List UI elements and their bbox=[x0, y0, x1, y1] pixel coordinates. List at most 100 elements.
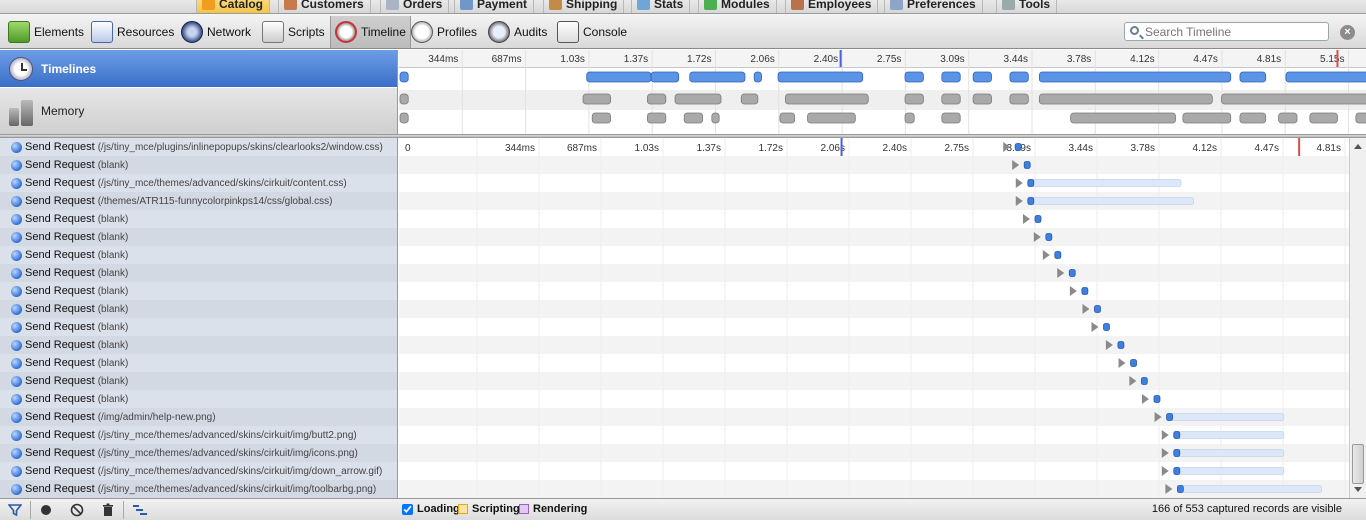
overview-tick-label: 2.06s bbox=[750, 54, 774, 65]
record-row[interactable]: Send Request (/js/tiny_mce/themes/advance… bbox=[0, 480, 397, 498]
record-row[interactable]: Send Request (blank) bbox=[0, 372, 397, 390]
expand-arrow-icon bbox=[1141, 394, 1149, 404]
record-row[interactable]: Send Request (blank) bbox=[0, 318, 397, 336]
panel-resources-button[interactable]: Resources bbox=[87, 17, 178, 47]
record-row[interactable]: Send Request (blank) bbox=[0, 246, 397, 264]
loading-checkbox[interactable] bbox=[402, 503, 413, 515]
record-duration-bar bbox=[1027, 179, 1182, 187]
scripting-checkbox[interactable] bbox=[458, 504, 468, 514]
expand-arrow-icon bbox=[1015, 178, 1023, 188]
records-tick-label: 3.44s bbox=[1069, 143, 1093, 154]
overview-timelines-item[interactable]: Timelines bbox=[0, 50, 397, 87]
record-row[interactable]: Send Request (blank) bbox=[0, 354, 397, 372]
record-title: Send Request bbox=[25, 393, 95, 405]
overview-tick-label: 344ms bbox=[428, 54, 458, 65]
record-row[interactable]: Send Request (blank) bbox=[0, 156, 397, 174]
panel-elements-button[interactable]: Elements bbox=[4, 17, 88, 47]
panel-audits-button[interactable]: Audits bbox=[484, 17, 551, 47]
panel-console-button[interactable]: Console bbox=[553, 17, 631, 47]
record-row-stripe bbox=[399, 156, 1349, 174]
app-tab-catalog[interactable]: Catalog bbox=[196, 0, 271, 13]
rendering-checkbox[interactable] bbox=[519, 504, 529, 514]
record-row[interactable]: Send Request (blank) bbox=[0, 300, 397, 318]
app-tab-modules[interactable]: Modules bbox=[698, 0, 777, 13]
scroll-up-arrow-icon[interactable] bbox=[1354, 144, 1362, 149]
tools-icon bbox=[1002, 0, 1015, 10]
record-row-stripe bbox=[399, 372, 1349, 390]
scripting-bar bbox=[972, 93, 992, 105]
record-loading-mark bbox=[1176, 485, 1184, 493]
search-input[interactable] bbox=[1145, 24, 1325, 39]
close-icon[interactable]: × bbox=[1340, 25, 1355, 40]
app-tab-stats[interactable]: Stats bbox=[631, 0, 691, 13]
record-row[interactable]: Send Request (/themes/ATR115-funnycolorpi… bbox=[0, 192, 397, 210]
record-loading-mark bbox=[1027, 197, 1035, 205]
record-row[interactable]: Send Request (/js/tiny_mce/themes/advance… bbox=[0, 174, 397, 192]
overview-tick-label: 1.03s bbox=[560, 54, 584, 65]
record-detail: (blank) bbox=[97, 267, 129, 279]
record-row[interactable]: Send Request (blank) bbox=[0, 282, 397, 300]
record-button[interactable] bbox=[35, 501, 57, 519]
expand-arrow-icon bbox=[1042, 250, 1050, 260]
record-loading-mark bbox=[1173, 449, 1181, 457]
record-detail: (/js/tiny_mce/themes/advanced/skins/cirk… bbox=[97, 177, 347, 189]
resource-send-request-icon bbox=[11, 321, 22, 333]
record-row[interactable]: Send Request (/js/tiny_mce/plugins/inline… bbox=[0, 138, 397, 156]
overview-tick-label: 2.75s bbox=[877, 54, 901, 65]
profiles-icon bbox=[411, 21, 433, 43]
record-detail: (/js/tiny_mce/themes/advanced/skins/cirk… bbox=[97, 447, 358, 459]
record-row[interactable]: Send Request (/js/tiny_mce/themes/advance… bbox=[0, 462, 397, 480]
records-tick-label: 1.37s bbox=[697, 143, 721, 154]
panel-profiles-button[interactable]: Profiles bbox=[407, 17, 481, 47]
overview-tick-label: 1.37s bbox=[624, 54, 648, 65]
app-tab-orders[interactable]: Orders bbox=[380, 0, 450, 13]
record-loading-mark bbox=[1034, 215, 1042, 223]
scripting-bar bbox=[647, 93, 667, 105]
overview-row-stripe bbox=[399, 90, 1366, 110]
rendering-bar bbox=[807, 112, 856, 124]
resource-send-request-icon bbox=[11, 375, 22, 387]
overview-memory-item[interactable]: Memory bbox=[0, 88, 397, 134]
devtools-toolbar: Elements Resources Network Scripts Timel… bbox=[0, 14, 1366, 49]
app-tab-employees[interactable]: Employees bbox=[785, 0, 879, 13]
legend-rendering[interactable]: Rendering bbox=[519, 503, 587, 515]
record-row[interactable]: Send Request (blank) bbox=[0, 210, 397, 228]
search-box bbox=[1124, 22, 1329, 41]
legend-scripting[interactable]: Scripting bbox=[458, 503, 520, 515]
garbage-collect-button[interactable] bbox=[97, 501, 119, 519]
scroll-down-arrow-icon[interactable] bbox=[1354, 487, 1362, 492]
overview-timeline-graph[interactable]: 344ms 687ms 1.03s 1.37s 1.72s 2.06s 2.40s 2.75s… bbox=[399, 50, 1366, 134]
app-tab-tools[interactable]: Tools bbox=[996, 0, 1058, 13]
record-row-stripe bbox=[399, 300, 1349, 318]
record-row[interactable]: Send Request (blank) bbox=[0, 228, 397, 246]
record-loading-mark bbox=[1081, 287, 1089, 295]
panel-timeline-button[interactable]: Timeline bbox=[330, 16, 411, 48]
app-tab-customers[interactable]: Customers bbox=[278, 0, 371, 13]
resource-send-request-icon bbox=[11, 267, 22, 279]
resource-send-request-icon bbox=[11, 195, 22, 207]
filter-button[interactable] bbox=[4, 501, 26, 519]
app-tab-preferences[interactable]: Preferences bbox=[884, 0, 983, 13]
records-tick-label: 4.47s bbox=[1255, 143, 1279, 154]
record-row-stripe bbox=[399, 192, 1349, 210]
panel-network-button[interactable]: Network bbox=[177, 17, 255, 47]
app-tab-shipping[interactable]: Shipping bbox=[543, 0, 625, 13]
legend-loading[interactable]: Loading bbox=[402, 503, 460, 515]
panel-scripts-button[interactable]: Scripts bbox=[258, 17, 329, 47]
record-row[interactable]: Send Request (blank) bbox=[0, 264, 397, 282]
record-row[interactable]: Send Request (blank) bbox=[0, 390, 397, 408]
record-row[interactable]: Send Request (/js/tiny_mce/themes/advance… bbox=[0, 444, 397, 462]
record-detail: (blank) bbox=[97, 393, 129, 405]
record-row[interactable]: Send Request (/img/admin/help-new.png) bbox=[0, 408, 397, 426]
vertical-scrollbar[interactable] bbox=[1349, 138, 1366, 498]
payment-icon bbox=[460, 0, 473, 10]
rendering-bar bbox=[1182, 112, 1232, 124]
clear-button[interactable] bbox=[66, 501, 88, 519]
scrollbar-thumb[interactable] bbox=[1352, 444, 1364, 484]
record-title: Send Request bbox=[25, 411, 95, 423]
record-row[interactable]: Send Request (blank) bbox=[0, 336, 397, 354]
record-row[interactable]: Send Request (/js/tiny_mce/themes/advance… bbox=[0, 426, 397, 444]
toggle-overview-button[interactable] bbox=[129, 501, 151, 519]
app-tab-payment[interactable]: Payment bbox=[454, 0, 535, 13]
record-title: Send Request bbox=[25, 159, 95, 171]
